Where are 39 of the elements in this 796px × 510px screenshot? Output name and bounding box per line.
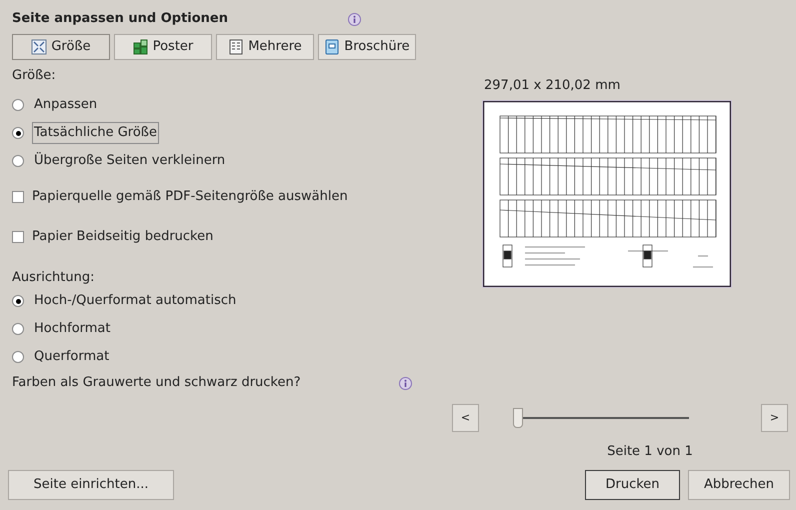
radio-button[interactable] <box>12 99 24 111</box>
section-label: Größe: <box>12 67 57 85</box>
radio-label: Querformat <box>33 348 110 366</box>
print-button[interactable]: Drucken <box>585 470 680 500</box>
grayscale-label: Farben als Grauwerte und schwarz drucken? <box>12 374 301 392</box>
checkbox-label: Papier Beidseitig bedrucken <box>32 228 214 246</box>
page-indicator: Seite 1 von 1 <box>607 443 693 461</box>
resize-icon <box>31 39 48 55</box>
radio-label: Anpassen <box>33 96 98 114</box>
tab[interactable]: Mehrere <box>216 34 314 60</box>
cancel-button[interactable]: Abbrechen <box>688 470 790 500</box>
radio-label: Übergroße Seiten verkleinern <box>33 151 226 170</box>
booklet-icon <box>324 39 340 55</box>
checkbox-label: Papierquelle gemäß PDF-Seitengröße auswählen <box>32 188 348 206</box>
radio-button[interactable] <box>12 155 24 167</box>
section-title: Seite anpassen und Optionen <box>12 10 228 28</box>
tiles-icon <box>132 39 149 55</box>
radio-button[interactable] <box>12 295 24 307</box>
next-page-button[interactable]: > <box>761 404 788 432</box>
section-label: Ausrichtung: <box>12 269 96 287</box>
info-icon[interactable] <box>399 376 412 390</box>
page-slider[interactable] <box>513 408 689 428</box>
page-setup-button[interactable]: Seite einrichten... <box>8 470 174 500</box>
pages-icon <box>228 39 244 55</box>
checkbox[interactable] <box>12 231 24 243</box>
tab[interactable]: Größe <box>12 34 110 60</box>
previous-page-button[interactable]: < <box>452 404 479 432</box>
radio-button[interactable] <box>12 323 24 335</box>
tab[interactable]: Broschüre <box>318 34 416 60</box>
radio-label: Hoch-/Querformat automatisch <box>33 292 238 310</box>
checkbox[interactable] <box>12 191 24 203</box>
radio-label: Hochformat <box>33 320 112 338</box>
radio-button[interactable] <box>12 127 24 139</box>
tab[interactable]: Poster <box>114 34 212 60</box>
radio-label: Tatsächliche Größe <box>32 122 159 144</box>
radio-button[interactable] <box>12 351 24 363</box>
page-dimensions: 297,01 x 210,02 mm <box>484 77 622 95</box>
slider-thumb[interactable] <box>513 408 523 428</box>
info-icon[interactable] <box>348 12 361 26</box>
